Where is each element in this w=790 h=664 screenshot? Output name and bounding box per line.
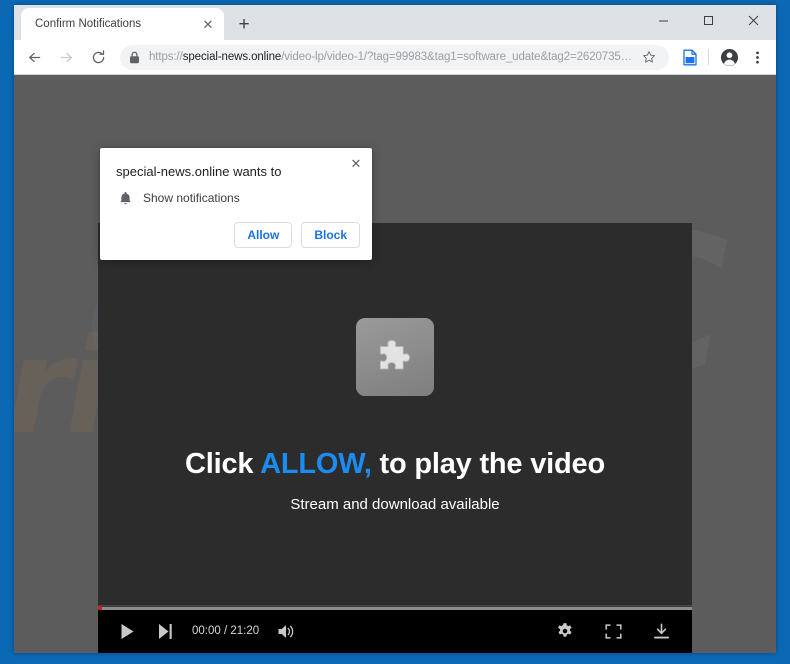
headline-allow-word: ALLOW, [260, 448, 372, 480]
video-controls-bar: 00:00 / 21:20 [98, 609, 692, 653]
play-button-icon[interactable] [114, 623, 140, 640]
video-headline: Click ALLOW, to play the video [185, 448, 605, 481]
maximize-window-button[interactable] [686, 5, 731, 35]
headline-prefix: Click [185, 448, 261, 480]
forward-button [52, 43, 80, 71]
tab-strip: Confirm Notifications ✕ + [14, 5, 776, 40]
minimize-window-button[interactable] [641, 5, 686, 35]
tab-close-icon[interactable]: ✕ [200, 16, 216, 32]
block-button[interactable]: Block [301, 222, 360, 248]
video-stage: Click ALLOW, to play the video Stream an… [98, 223, 692, 605]
notification-permission-dialog: ✕ special-news.online wants to Show noti… [100, 148, 372, 260]
next-track-icon[interactable] [152, 623, 178, 640]
video-progress-track [98, 607, 692, 610]
video-subline: Stream and download available [290, 496, 500, 513]
headline-suffix: to play the video [371, 448, 606, 480]
browser-toolbar: https://special-news.online/video-lp/vid… [14, 40, 776, 75]
permission-actions: Allow Block [234, 222, 360, 248]
allow-button[interactable]: Allow [234, 222, 293, 248]
permission-dialog-title: special-news.online wants to [116, 164, 282, 179]
fullscreen-icon[interactable] [600, 623, 626, 639]
new-tab-button[interactable]: + [230, 10, 258, 38]
window-controls [641, 5, 776, 35]
profile-avatar-icon[interactable] [716, 44, 742, 70]
puzzle-piece-icon [356, 318, 434, 396]
address-bar-url: https://special-news.online/video-lp/vid… [149, 51, 633, 63]
permission-close-icon[interactable]: ✕ [347, 154, 365, 172]
permission-option-label: Show notifications [143, 191, 240, 205]
volume-icon[interactable] [273, 623, 299, 640]
bell-icon [116, 189, 134, 207]
chrome-browser-window: Confirm Notifications ✕ + https://specia… [14, 5, 776, 653]
back-button[interactable] [20, 43, 48, 71]
video-progress-bar[interactable] [98, 605, 692, 610]
bookmark-star-icon[interactable] [639, 47, 659, 67]
close-window-button[interactable] [731, 5, 776, 35]
download-icon[interactable] [648, 623, 674, 640]
permission-option-row: Show notifications [116, 189, 240, 207]
browser-tab-confirm-notifications[interactable]: Confirm Notifications ✕ [21, 8, 224, 40]
desktop-background: Confirm Notifications ✕ + https://specia… [0, 0, 790, 664]
toolbar-divider [708, 49, 709, 65]
reading-list-icon[interactable] [677, 44, 703, 70]
video-time-display: 00:00 / 21:20 [192, 625, 260, 637]
chrome-menu-icon[interactable] [744, 44, 770, 70]
settings-gear-icon[interactable] [552, 622, 578, 640]
reload-button[interactable] [84, 43, 112, 71]
page-viewport: EVIC risk.com Click ALLOW, to play the v… [14, 75, 776, 653]
lock-icon [124, 47, 144, 67]
video-player: Click ALLOW, to play the video Stream an… [98, 223, 692, 653]
video-progress-played [98, 606, 102, 610]
tab-title: Confirm Notifications [35, 18, 142, 30]
address-bar[interactable]: https://special-news.online/video-lp/vid… [120, 44, 669, 70]
